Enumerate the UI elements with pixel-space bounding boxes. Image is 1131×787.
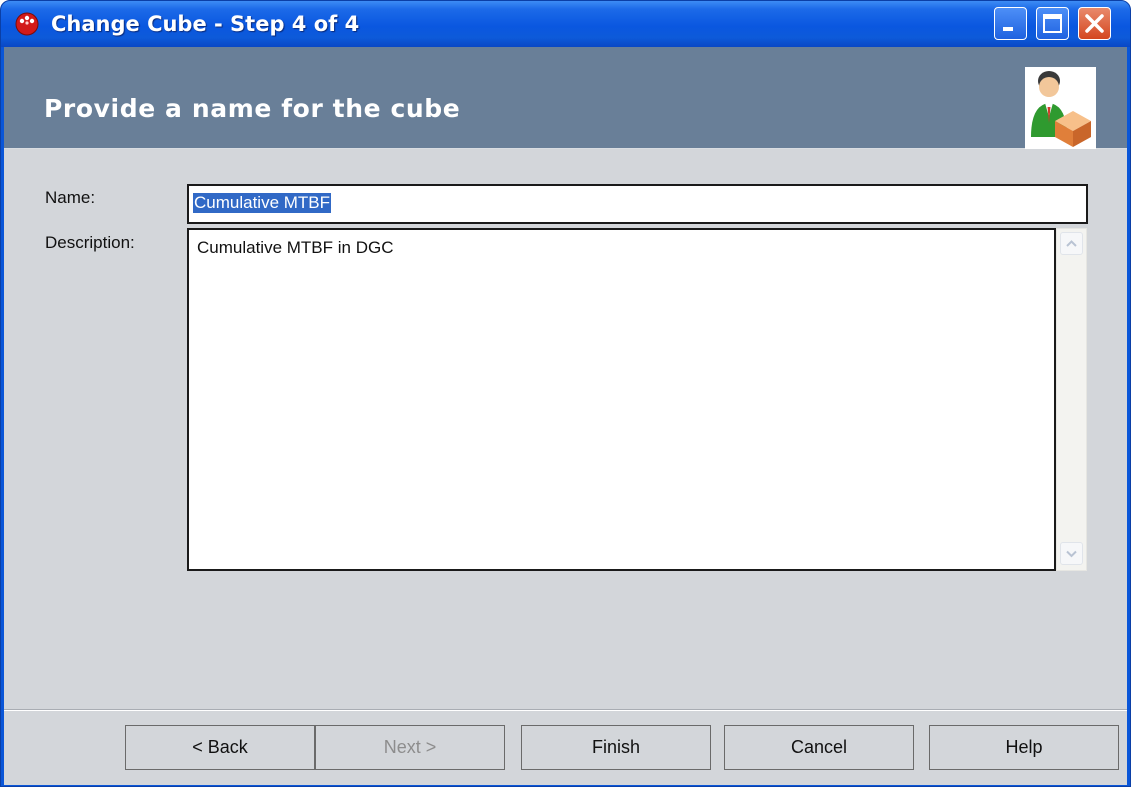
step-header: Provide a name for the cube bbox=[4, 47, 1127, 149]
scroll-down-button[interactable] bbox=[1060, 542, 1083, 565]
finish-button[interactable]: Finish bbox=[521, 725, 711, 770]
back-button[interactable]: < Back bbox=[125, 725, 315, 770]
cancel-button[interactable]: Cancel bbox=[724, 725, 914, 770]
description-textarea[interactable]: Cumulative MTBF in DGC bbox=[187, 228, 1056, 571]
help-button[interactable]: Help bbox=[929, 725, 1119, 770]
maximize-button[interactable] bbox=[1036, 7, 1069, 40]
description-value: Cumulative MTBF in DGC bbox=[197, 238, 394, 257]
user-cube-icon bbox=[1025, 67, 1096, 149]
maximize-icon bbox=[1043, 14, 1062, 33]
name-label: Name: bbox=[45, 188, 96, 207]
name-input[interactable]: Cumulative MTBF bbox=[187, 184, 1088, 224]
name-value: Cumulative MTBF bbox=[193, 193, 332, 213]
close-icon bbox=[1085, 14, 1104, 33]
footer-divider bbox=[4, 709, 1127, 711]
minimize-icon bbox=[1003, 27, 1013, 31]
close-button[interactable] bbox=[1078, 7, 1111, 40]
next-button[interactable]: Next > bbox=[315, 725, 505, 770]
window-title: Change Cube - Step 4 of 4 bbox=[51, 12, 360, 36]
title-bar[interactable]: Change Cube - Step 4 of 4 bbox=[1, 1, 1130, 47]
app-logo-icon bbox=[15, 12, 39, 36]
chevron-down-icon bbox=[1066, 550, 1077, 558]
description-label: Description: bbox=[45, 233, 135, 252]
wizard-window: Change Cube - Step 4 of 4 Provide a name… bbox=[0, 0, 1131, 787]
scroll-up-button[interactable] bbox=[1060, 232, 1083, 255]
chevron-up-icon bbox=[1066, 240, 1077, 247]
minimize-button[interactable] bbox=[994, 7, 1027, 40]
wizard-body: Provide a name for the cube Name: Cumula… bbox=[4, 47, 1127, 785]
step-title: Provide a name for the cube bbox=[44, 94, 461, 123]
description-scrollbar[interactable] bbox=[1056, 228, 1087, 571]
